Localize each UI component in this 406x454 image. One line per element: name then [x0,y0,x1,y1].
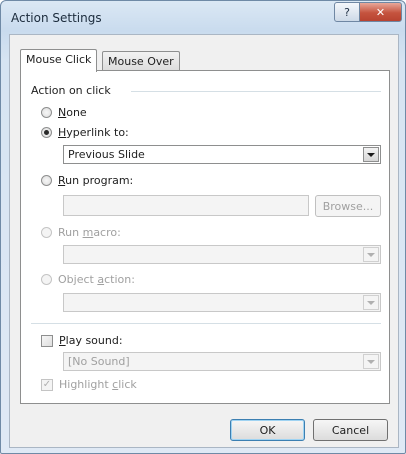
close-icon: ✕ [375,5,386,19]
checkmark-icon: ✓ [42,378,52,390]
radio-object-action[interactable]: Object action: [41,273,135,286]
chevron-down-icon [367,359,375,364]
chevron-down-icon [367,252,375,257]
highlight-click-label: Highlight click [59,378,137,391]
sound-select-value: [No Sound] [68,355,130,368]
object-action-select[interactable] [63,293,381,312]
radio-object-action-button[interactable] [41,274,52,285]
radio-run-macro[interactable]: Run macro: [41,226,121,239]
radio-none-button[interactable] [41,107,52,118]
macro-dropdown-button[interactable] [363,247,379,262]
program-path-field[interactable] [63,195,309,216]
ok-button[interactable]: OK [230,419,305,441]
sound-select[interactable]: [No Sound] [63,352,381,371]
dialog-client-area: Mouse Click Mouse Over Action on click N… [9,34,399,448]
help-button[interactable]: ? [334,2,360,22]
cancel-button[interactable]: Cancel [313,419,388,441]
sound-dropdown-button[interactable] [363,354,379,369]
radio-hyperlink-button[interactable] [41,127,52,138]
help-icon: ? [344,5,350,19]
radio-run-program-button[interactable] [41,175,52,186]
hyperlink-select-value: Previous Slide [68,148,145,161]
close-button[interactable]: ✕ [359,2,402,22]
radio-none-label: None [58,106,87,119]
highlight-click-checkbox-box[interactable]: ✓ [41,378,53,391]
radio-run-macro-label: Run macro: [58,226,121,239]
action-settings-dialog: Action Settings ? ✕ Mouse Click Mouse Ov… [0,0,406,454]
radio-run-macro-button[interactable] [41,227,52,238]
browse-button[interactable]: Browse... [315,195,381,217]
group-divider [131,91,381,92]
tab-panel-mouse-click: Action on click None Hyperlink to: Previ… [20,70,390,404]
dialog-title: Action Settings [11,11,102,25]
chevron-down-icon [367,300,375,305]
highlight-click-checkbox[interactable]: ✓ Highlight click [41,378,137,391]
section-divider [31,323,381,324]
tab-mouse-over[interactable]: Mouse Over [102,51,180,72]
macro-select[interactable] [63,245,381,264]
play-sound-label: Play sound: [59,334,123,347]
object-action-dropdown-button[interactable] [363,295,379,310]
tab-mouse-click[interactable]: Mouse Click [20,49,98,72]
radio-object-action-label: Object action: [58,273,135,286]
radio-run-program[interactable]: Run program: [41,174,133,187]
radio-none[interactable]: None [41,106,87,119]
radio-hyperlink[interactable]: Hyperlink to: [41,126,129,139]
play-sound-checkbox-box[interactable] [41,334,53,347]
group-label-action-on-click: Action on click [31,84,115,97]
play-sound-checkbox[interactable]: Play sound: [41,334,123,347]
radio-hyperlink-label: Hyperlink to: [58,126,129,139]
hyperlink-dropdown-button[interactable] [363,147,379,162]
radio-run-program-label: Run program: [58,174,134,187]
chevron-down-icon [367,152,375,157]
hyperlink-select[interactable]: Previous Slide [63,145,381,164]
